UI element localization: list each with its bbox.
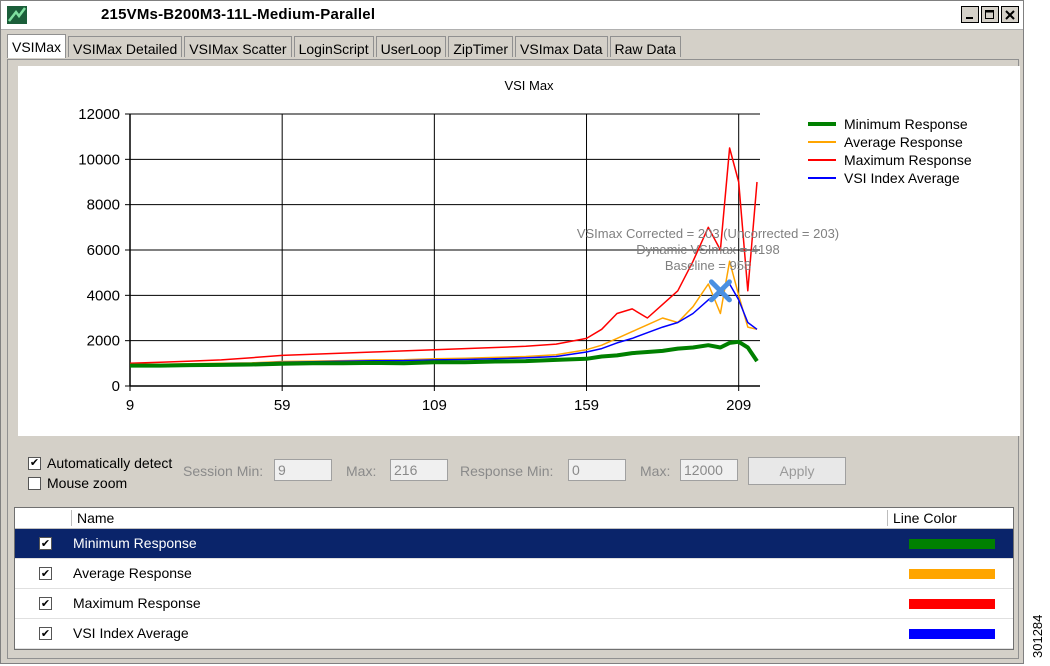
- response-max-label: Max:: [640, 463, 671, 479]
- session-max-label: Max:: [346, 463, 377, 479]
- mouse-zoom-checkbox[interactable]: Mouse zoom: [28, 475, 127, 491]
- chart-svg: VSI Max 0 2000 4000 6000 8000 10000 12000 9 59 109…: [78, 78, 972, 414]
- tab-vsimax[interactable]: VSIMax: [7, 34, 67, 58]
- response-min-label: Response Min:: [460, 463, 554, 479]
- session-min-input[interactable]: [274, 459, 332, 481]
- legend-label: Average Response: [844, 134, 963, 150]
- series-grid: Name Line Color ✔ Minimum Response ✔ Averag…: [14, 507, 1014, 650]
- annotation-baseline: Baseline = 958: [665, 258, 751, 273]
- y-tick-label: 2000: [87, 333, 120, 350]
- row-line-color-swatch: [909, 599, 995, 609]
- close-icon[interactable]: [1001, 6, 1019, 23]
- y-tick-label: 12000: [78, 106, 120, 123]
- auto-detect-checkbox[interactable]: ✔ Automatically detect: [28, 455, 172, 471]
- row-checkbox[interactable]: ✔: [39, 537, 52, 550]
- app-logo-icon: [7, 6, 27, 24]
- minimize-icon[interactable]: [961, 6, 979, 23]
- table-row[interactable]: ✔ Minimum Response: [15, 529, 1013, 559]
- row-line-color-swatch: [909, 569, 995, 579]
- session-min-label: Session Min:: [183, 463, 264, 479]
- header-divider[interactable]: [887, 510, 888, 526]
- table-row[interactable]: ✔ Maximum Response: [15, 589, 1013, 619]
- row-line-color-swatch: [909, 629, 995, 639]
- y-tick-label: 6000: [87, 242, 120, 259]
- x-tick-label: 159: [574, 397, 599, 414]
- x-tick-label: 9: [126, 397, 134, 414]
- y-tick-label: 10000: [78, 151, 120, 168]
- auto-detect-check-icon[interactable]: ✔: [28, 456, 41, 470]
- tab-userloop[interactable]: UserLoop: [375, 36, 447, 57]
- x-tick-label: 209: [726, 397, 751, 414]
- row-name: VSI Index Average: [73, 625, 189, 641]
- window-title: 215VMs-B200M3-11L-Medium-Parallel: [101, 6, 376, 23]
- auto-detect-label: Automatically detect: [47, 455, 173, 471]
- tab-vsimax-scatter[interactable]: VSIMax Scatter: [184, 36, 292, 57]
- legend-label: VSI Index Average: [844, 170, 960, 186]
- y-tick-label: 0: [112, 378, 120, 395]
- column-header-line-color[interactable]: Line Color: [893, 510, 957, 526]
- table-row[interactable]: ✔ Average Response: [15, 559, 1013, 589]
- x-tick-label: 59: [274, 397, 291, 414]
- mouse-zoom-check-icon[interactable]: [28, 476, 41, 490]
- column-header-name[interactable]: Name: [77, 510, 114, 526]
- y-tick-label: 8000: [87, 197, 120, 214]
- table-row[interactable]: ✔ VSI Index Average: [15, 619, 1013, 649]
- mouse-zoom-label: Mouse zoom: [47, 475, 128, 491]
- tab-strip: VSIMax VSIMax Detailed VSIMax Scatter Login…: [7, 34, 683, 60]
- response-min-input[interactable]: [568, 459, 626, 481]
- tab-panel-vsimax: VSI Max 0 2000 4000 6000 8000 10000 12000 9 59 109…: [7, 59, 1020, 659]
- figure-id: 301284: [1030, 615, 1045, 658]
- session-max-input[interactable]: [390, 459, 448, 481]
- range-controls: ✔ Automatically detect Mouse zoom Sessio…: [28, 455, 1008, 505]
- row-line-color-swatch: [909, 539, 995, 549]
- response-max-input[interactable]: [680, 459, 738, 481]
- x-tick-label: 109: [422, 397, 447, 414]
- annotation-vsimax-corrected: VSImax Corrected = 203 (Uncorrected = 20…: [577, 226, 839, 241]
- legend-label: Maximum Response: [844, 152, 972, 168]
- tab-loginscript[interactable]: LoginScript: [293, 36, 374, 57]
- title-bar[interactable]: 215VMs-B200M3-11L-Medium-Parallel: [1, 1, 1023, 30]
- legend-label: Minimum Response: [844, 116, 968, 132]
- row-name: Average Response: [73, 565, 192, 581]
- row-checkbox[interactable]: ✔: [39, 567, 52, 580]
- tab-raw-data[interactable]: Raw Data: [609, 36, 681, 57]
- series-line-minimum-response: [130, 339, 759, 368]
- y-tick-label: 4000: [87, 287, 120, 304]
- row-checkbox[interactable]: ✔: [39, 627, 52, 640]
- app-window: 215VMs-B200M3-11L-Medium-Parallel VSIMax…: [0, 0, 1024, 664]
- series-line-vsi-index-average: [129, 283, 758, 366]
- tab-vsimax-data[interactable]: VSImax Data: [515, 36, 608, 57]
- header-divider[interactable]: [71, 510, 72, 526]
- annotation-dynamic-vsimax: Dynamic VSImax = 4198: [636, 242, 779, 257]
- grid-header: Name Line Color: [15, 508, 1013, 529]
- vsimax-chart: VSI Max 0 2000 4000 6000 8000 10000 12000 9 59 109…: [18, 66, 1020, 436]
- figure-id-text: 301284: [1030, 615, 1045, 658]
- grid-rows: ✔ Minimum Response ✔ Average Response ✔ Maxim…: [15, 529, 1013, 649]
- row-name: Maximum Response: [73, 595, 201, 611]
- tab-ziptimer[interactable]: ZipTimer: [448, 36, 514, 57]
- tab-vsimax-detailed[interactable]: VSIMax Detailed: [68, 36, 183, 57]
- row-checkbox[interactable]: ✔: [39, 597, 52, 610]
- row-name: Minimum Response: [73, 535, 197, 551]
- chart-title: VSI Max: [504, 78, 554, 93]
- apply-button[interactable]: Apply: [748, 457, 846, 485]
- maximize-icon[interactable]: [981, 6, 999, 23]
- vsimax-marker-icon: [708, 279, 732, 303]
